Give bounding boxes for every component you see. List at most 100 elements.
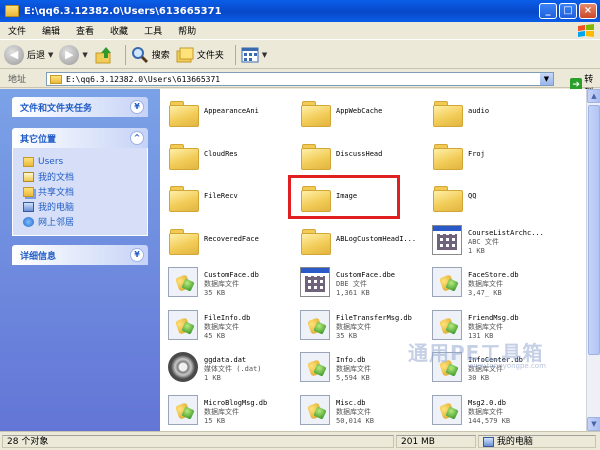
file-meta: CourseListArchc... ABC 文件 1 KB <box>468 229 560 256</box>
place-label: 共享文档 <box>38 188 75 198</box>
file-meta: DiscussHead <box>336 150 428 159</box>
toolbar: ◀ 后退 ▼ ▶ ▼ 搜索 文件夹 ▼ <box>0 41 600 69</box>
menu-favorites[interactable]: 收藏 <box>102 24 136 37</box>
file-item[interactable]: FileInfo.db 数据库文件 45 KB <box>168 306 298 348</box>
menu-view[interactable]: 查看 <box>68 24 102 37</box>
file-meta: RecoveredFace <box>204 235 296 244</box>
file-item[interactable]: audio <box>432 93 562 135</box>
up-folder-button[interactable] <box>94 45 114 65</box>
expand-chevron-icon[interactable]: ¥ <box>130 248 144 262</box>
file-item[interactable]: CourseListArchc... ABC 文件 1 KB <box>432 221 562 263</box>
scroll-thumb[interactable] <box>588 105 600 355</box>
file-item[interactable]: Msg2.0.db 数据库文件 144,579 KB <box>432 391 562 432</box>
file-name: audio <box>468 107 490 115</box>
menu-tools[interactable]: 工具 <box>136 24 170 37</box>
file-item[interactable]: AppearanceAni <box>168 93 298 135</box>
forward-button[interactable]: ▶ ▼ <box>59 44 88 65</box>
menu-edit[interactable]: 编辑 <box>34 24 68 37</box>
file-item[interactable]: QQ <box>432 178 562 220</box>
folder-icon <box>23 156 34 167</box>
menu-file[interactable]: 文件 <box>0 24 34 37</box>
folder-icon <box>300 140 331 170</box>
views-button[interactable]: ▼ <box>241 46 267 64</box>
file-type: 媒体文件 (.dat) <box>204 365 262 373</box>
file-tasks-panel: 文件和文件夹任务 ¥ <box>12 97 148 117</box>
file-item[interactable]: CustomFace.dbe DBE 文件 1,361 KB <box>300 263 430 305</box>
toolbar-separator <box>234 44 236 65</box>
file-size: 144,579 KB <box>468 416 511 425</box>
folder-icon <box>50 74 62 84</box>
other-places-header[interactable]: 其它位置 ^ <box>12 128 148 148</box>
file-item[interactable]: CustomFace.db 数据库文件 35 KB <box>168 263 298 305</box>
file-type: ABC 文件 <box>468 237 499 246</box>
place-network[interactable]: 网上邻居 <box>23 214 147 229</box>
file-item[interactable]: ABLogCustomHeadI... <box>300 221 430 263</box>
scroll-down-button[interactable]: ▼ <box>587 417 600 431</box>
location-zone: 我的电脑 <box>478 435 596 448</box>
toolbar-separator <box>124 44 126 65</box>
menu-help[interactable]: 帮助 <box>170 24 204 37</box>
file-item[interactable]: ggdata.dat 媒体文件 (.dat) 1 KB <box>168 348 298 390</box>
file-meta: CloudRes <box>204 150 296 159</box>
file-meta: ABLogCustomHeadI... <box>336 235 428 244</box>
file-item[interactable]: Misc.db 数据库文件 50,014 KB <box>300 391 430 432</box>
chevron-down-icon: ▼ <box>261 50 268 59</box>
windows-logo-icon <box>578 24 594 37</box>
file-type: 数据库文件 <box>468 407 503 416</box>
file-size: 45 KB <box>204 331 226 340</box>
file-name: CloudRes <box>204 149 238 158</box>
task-pane: 文件和文件夹任务 ¥ 其它位置 ^ Users 我的文档 共享文档 我的电脑 网… <box>0 89 160 431</box>
file-name: FaceStore.db <box>468 271 519 279</box>
place-my-computer[interactable]: 我的电脑 <box>23 199 147 214</box>
maximize-button[interactable]: □ <box>559 3 577 19</box>
file-tasks-title: 文件和文件夹任务 <box>20 103 93 114</box>
file-meta: AppWebCache <box>336 107 428 116</box>
network-icon <box>23 216 34 227</box>
folder-icon <box>168 140 199 170</box>
title-bar[interactable]: E:\qq6.3.12382.0\Users\613665371 _ □ × <box>0 0 600 22</box>
vertical-scrollbar[interactable]: ▲ ▼ <box>586 89 600 431</box>
file-meta: MicroBlogMsg.db 数据库文件 15 KB <box>204 399 296 426</box>
file-meta: Msg2.0.db 数据库文件 144,579 KB <box>468 399 560 426</box>
watermark-url: www.tongyongpe.com <box>468 362 546 370</box>
menu-bar: 文件 编辑 查看 收藏 工具 帮助 <box>0 22 600 40</box>
folder-icon <box>168 97 199 127</box>
minimize-button[interactable]: _ <box>539 3 557 19</box>
file-meta: FileInfo.db 数据库文件 45 KB <box>204 314 296 341</box>
other-places-panel: 其它位置 ^ Users 我的文档 共享文档 我的电脑 网上邻居 <box>12 128 148 236</box>
chevron-down-icon[interactable]: ▼ <box>540 73 553 85</box>
place-users[interactable]: Users <box>23 154 147 169</box>
file-meta: ggdata.dat 媒体文件 (.dat) 1 KB <box>204 356 296 383</box>
file-item[interactable]: CloudRes <box>168 136 298 178</box>
database-file-icon <box>168 267 198 297</box>
collapse-chevron-icon[interactable]: ^ <box>130 131 144 145</box>
file-name: CourseListArchc... <box>468 228 544 237</box>
file-item[interactable]: MicroBlogMsg.db 数据库文件 15 KB <box>168 391 298 432</box>
file-item[interactable]: DiscussHead <box>300 136 430 178</box>
file-name: FileInfo.db <box>204 313 251 322</box>
scroll-up-button[interactable]: ▲ <box>587 89 600 103</box>
file-name: ggdata.dat <box>204 356 247 364</box>
file-item[interactable]: FileRecv <box>168 178 298 220</box>
forward-arrow-icon: ▶ <box>59 44 80 65</box>
file-name: AppearanceAni <box>204 107 259 115</box>
file-type: 数据库文件 <box>468 322 503 331</box>
address-input[interactable]: E:\qq6.3.12382.0\Users\613665371 ▼ <box>46 72 554 86</box>
dbe-file-icon <box>300 267 330 297</box>
total-size: 201 MB <box>396 435 476 448</box>
file-item[interactable]: FaceStore.db 数据库文件 3,47_ KB <box>432 263 562 305</box>
file-item[interactable]: Froj <box>432 136 562 178</box>
folders-button[interactable]: 文件夹 <box>176 46 224 64</box>
back-button[interactable]: ◀ 后退 ▼ <box>4 44 53 65</box>
file-item[interactable]: AppWebCache <box>300 93 430 135</box>
place-shared-documents[interactable]: 共享文档 <box>23 184 147 199</box>
place-label: 我的文档 <box>38 173 75 183</box>
file-item[interactable]: RecoveredFace <box>168 221 298 263</box>
close-button[interactable]: × <box>579 3 597 19</box>
search-button[interactable]: 搜索 <box>131 46 170 64</box>
search-label: 搜索 <box>151 51 170 61</box>
place-my-documents[interactable]: 我的文档 <box>23 169 147 184</box>
file-tasks-header[interactable]: 文件和文件夹任务 ¥ <box>12 97 148 117</box>
expand-chevron-icon[interactable]: ¥ <box>130 100 144 114</box>
details-header[interactable]: 详细信息 ¥ <box>12 245 148 265</box>
